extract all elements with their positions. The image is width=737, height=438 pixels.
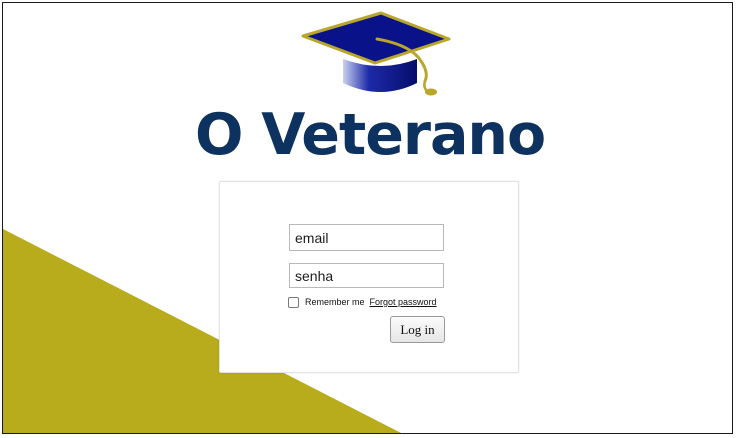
remember-me-label: Remember me [305, 297, 365, 307]
forgot-password-link[interactable]: Forgot password [370, 297, 437, 307]
login-button[interactable]: Log in [390, 316, 445, 343]
login-page: O Veterano Remember me Forgot password L… [2, 2, 733, 434]
email-field[interactable] [289, 224, 444, 251]
graduation-cap-icon [301, 11, 451, 96]
remember-me-checkbox[interactable] [288, 296, 299, 308]
password-field[interactable] [289, 263, 444, 288]
remember-me-row: Remember me Forgot password [288, 295, 437, 309]
brand-name: O Veterano [195, 102, 546, 168]
